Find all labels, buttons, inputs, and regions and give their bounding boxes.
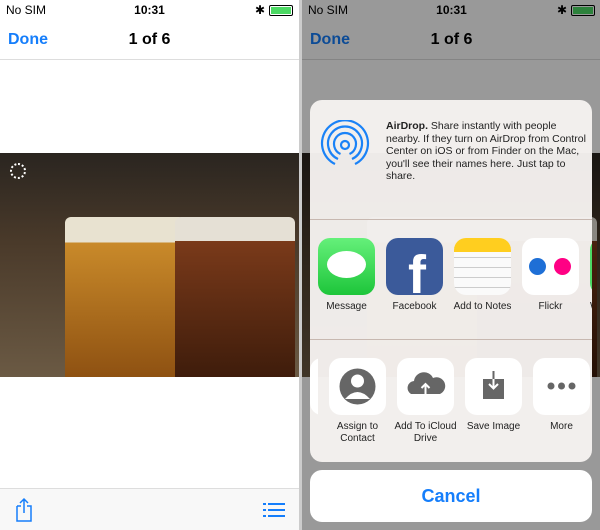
notes-icon [454, 238, 511, 295]
action-icloud-drive[interactable]: Add To iCloud Drive [394, 358, 457, 460]
app-flickr[interactable]: Flickr [522, 238, 579, 339]
apps-row: Message f Facebook Add to Notes Flickr W [310, 220, 592, 340]
app-message[interactable]: Message [318, 238, 375, 339]
bluetooth-icon: ✱ [254, 3, 265, 17]
share-screen: No SIM 10:31 ✱ Done 1 of 6 AirDrop. Share… [302, 0, 600, 530]
battery-icon [269, 4, 293, 16]
contact-icon [339, 368, 376, 405]
app-notes[interactable]: Add to Notes [454, 238, 511, 339]
save-image-icon [483, 371, 504, 399]
app-label: Flickr [538, 301, 563, 312]
action-label: Add To iCloud Drive [394, 421, 457, 444]
cancel-button[interactable]: Cancel [310, 470, 592, 522]
list-icon[interactable] [263, 503, 285, 517]
action-label: Assign to Contact [336, 421, 379, 444]
nav-bar: Done 1 of 6 [0, 20, 299, 60]
action-label: Save Image [466, 421, 521, 432]
glass [65, 217, 185, 377]
glass [175, 217, 295, 377]
app-label: Add to Notes [453, 301, 512, 312]
message-icon [318, 238, 375, 295]
photo[interactable] [0, 153, 299, 377]
photo-viewer: No SIM 10:31 ✱ Done 1 of 6 [0, 0, 299, 530]
action-save-image[interactable]: Save Image [465, 358, 522, 460]
app-facebook[interactable]: f Facebook [386, 238, 443, 339]
toolbar [0, 488, 299, 530]
airdrop-icon [320, 120, 370, 165]
app-label: Facebook [392, 301, 437, 312]
airdrop-title: AirDrop. [386, 120, 428, 132]
action-more[interactable]: More [533, 358, 590, 460]
live-photo-icon [10, 163, 26, 179]
page-title: 1 of 6 [128, 31, 171, 48]
facebook-icon: f [386, 238, 443, 295]
share-icon[interactable] [14, 497, 34, 523]
share-sheet: AirDrop. Share instantly with people nea… [310, 100, 592, 462]
actions-row: Assign to Contact Add To iCloud Drive Sa… [310, 340, 592, 460]
action-label: More [550, 421, 573, 432]
airdrop-section[interactable]: AirDrop. Share instantly with people nea… [310, 100, 592, 220]
flickr-icon [522, 238, 579, 295]
app-partial[interactable]: W [590, 238, 592, 339]
app-label: Message [326, 301, 367, 312]
cloud-upload-icon [407, 372, 446, 394]
status-bar: No SIM 10:31 ✱ [0, 0, 299, 20]
more-icon [547, 382, 576, 390]
action-assign-contact[interactable]: Assign to Contact [329, 358, 386, 460]
app-label: W [590, 301, 592, 313]
